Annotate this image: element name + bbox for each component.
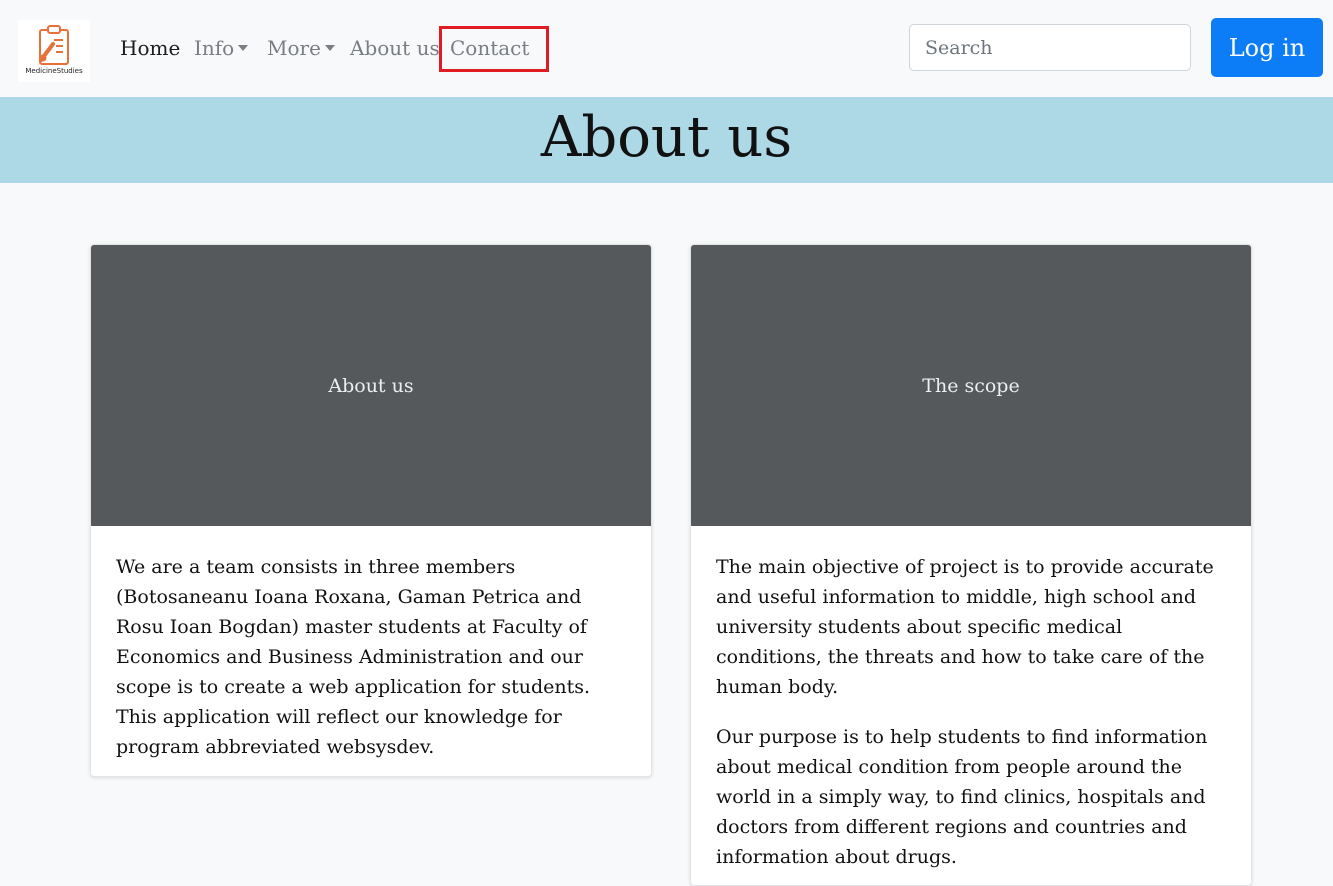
clipboard-icon: [39, 25, 69, 65]
caret-down-icon: [324, 44, 335, 51]
nav-about[interactable]: About us: [350, 36, 440, 60]
card-image: The scope: [691, 245, 1251, 526]
card-body: The main objective of project is to prov…: [691, 526, 1251, 885]
card-image-label: The scope: [922, 374, 1020, 397]
nav-home[interactable]: Home: [120, 36, 180, 60]
card-text: We are a team consists in three members …: [116, 556, 591, 758]
card-body: We are a team consists in three members …: [91, 526, 651, 776]
about-card: About us We are a team consists in three…: [90, 244, 652, 777]
card-text: The main objective of project is to prov…: [716, 556, 1214, 698]
login-button[interactable]: Log in: [1211, 18, 1323, 77]
card-image: About us: [91, 245, 651, 526]
caret-down-icon: [238, 44, 249, 51]
nav-more-dropdown[interactable]: More: [267, 36, 335, 60]
navbar: MedicineStudies Home Info More About us …: [0, 0, 1333, 97]
logo-text: MedicineStudies: [25, 67, 83, 75]
page-title: About us: [540, 105, 793, 170]
highlight-box: [439, 26, 549, 72]
nav-info-dropdown[interactable]: Info: [194, 36, 249, 60]
search-input[interactable]: [909, 24, 1191, 71]
scope-card: The scope The main objective of project …: [690, 244, 1252, 886]
card-text: Our purpose is to help students to find …: [716, 726, 1208, 868]
nav-info-label: Info: [194, 36, 235, 60]
nav-more-label: More: [267, 36, 321, 60]
hero-banner: About us: [0, 97, 1333, 183]
card-image-label: About us: [328, 374, 414, 397]
brand-logo[interactable]: MedicineStudies: [18, 20, 90, 82]
